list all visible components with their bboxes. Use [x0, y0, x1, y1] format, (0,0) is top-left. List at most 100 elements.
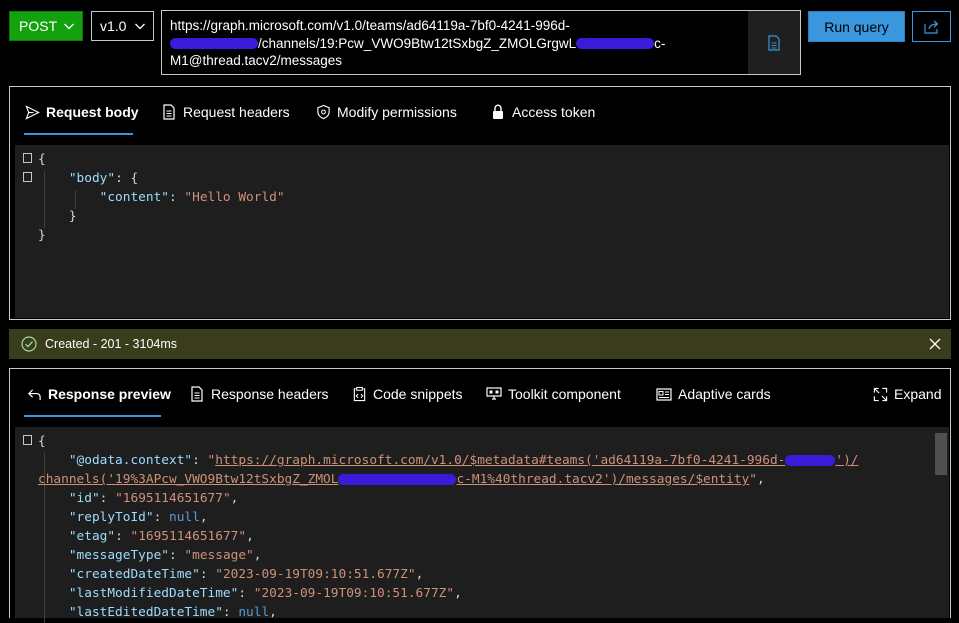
- tab-response-preview[interactable]: Response preview: [26, 369, 171, 419]
- run-query-button[interactable]: Run query: [808, 11, 905, 42]
- json-punct: :: [168, 190, 185, 205]
- json-key: "body": [68, 171, 116, 186]
- http-method-dropdown[interactable]: POST: [9, 11, 83, 41]
- redaction-mark: [576, 38, 655, 50]
- url-segment: /channels/19:Pcw_VWO9Btw12tSxbgZ_ZMOLGrg…: [258, 35, 577, 51]
- json-key: "content": [99, 190, 169, 205]
- code-line: {: [38, 150, 46, 169]
- expand-icon: [873, 387, 887, 401]
- redaction-mark: [170, 38, 258, 50]
- request-body-editor[interactable]: { "body": { "content": "Hello World" } }: [15, 145, 949, 318]
- json-key: "@odata.context": [68, 453, 193, 468]
- code-line: "content": "Hello World": [38, 188, 285, 207]
- json-key: "lastModifiedDateTime": [68, 586, 239, 601]
- document-icon: [191, 386, 203, 402]
- response-tabs: Response preview Response headers Code s…: [10, 369, 950, 427]
- json-key: "createdDateTime": [68, 567, 200, 582]
- tab-toolkit-component[interactable]: Toolkit component: [486, 369, 621, 419]
- component-icon: [486, 387, 502, 400]
- status-text: Created - 201 - 3104ms: [45, 337, 178, 351]
- tab-label: Response headers: [211, 386, 329, 402]
- shield-icon: [316, 104, 330, 120]
- code-line: }: [38, 207, 77, 226]
- tab-label: Request headers: [183, 104, 290, 120]
- code-line: channels('19%3APcw_VWO9Btw12tSxbgZ_ZMOL c…: [38, 472, 765, 487]
- tab-access-token[interactable]: Access token: [490, 87, 595, 137]
- fold-toggle[interactable]: [23, 172, 32, 182]
- tab-label: Modify permissions: [337, 104, 457, 120]
- share-icon: [923, 20, 938, 34]
- lock-icon: [493, 104, 503, 119]
- url-segment: M1@thread.tacv2/messages: [170, 53, 343, 68]
- tab-label: Toolkit component: [508, 386, 621, 402]
- json-key: "id": [68, 491, 100, 506]
- code-line: "replyToId": null,: [68, 510, 208, 525]
- tab-label: Response preview: [48, 386, 171, 402]
- card-icon: [656, 387, 672, 401]
- json-key: "messageType": [68, 548, 169, 563]
- arrow-back-icon: [27, 388, 41, 400]
- json-null: null: [169, 510, 200, 525]
- json-string: "1695114651677": [115, 491, 231, 506]
- clipboard-code-icon: [353, 386, 365, 402]
- json-string: "2023-09-19T09:10:51.677Z": [215, 567, 416, 582]
- success-check-icon: [21, 336, 37, 352]
- json-key: "replyToId": [68, 510, 154, 525]
- tab-request-headers[interactable]: Request headers: [161, 87, 290, 137]
- chevron-down-icon: [135, 23, 145, 30]
- json-brace: {: [38, 152, 46, 167]
- request-tabs: Request body Request headers Modify perm…: [10, 87, 950, 145]
- json-string: "message": [184, 548, 254, 563]
- tab-request-body[interactable]: Request body: [24, 87, 139, 137]
- redaction-mark: [338, 474, 457, 485]
- query-url-text: https://graph.microsoft.com/v1.0/teams/a…: [170, 17, 740, 70]
- tab-response-headers[interactable]: Response headers: [189, 369, 329, 419]
- tab-modify-permissions[interactable]: Modify permissions: [315, 87, 457, 137]
- code-line: "lastModifiedDateTime": "2023-09-19T09:1…: [68, 586, 462, 601]
- json-string: "1695114651677": [130, 529, 247, 544]
- http-method-label: POST: [19, 18, 58, 34]
- odata-context-link[interactable]: ')/: [835, 453, 858, 468]
- url-segment: c-: [654, 35, 666, 51]
- json-punct: : {: [115, 171, 139, 186]
- odata-context-link[interactable]: https://graph.microsoft.com/v1.0/$metada…: [215, 453, 785, 468]
- tab-label: Request body: [46, 104, 139, 120]
- tab-code-snippets[interactable]: Code snippets: [351, 369, 463, 419]
- code-line: {: [38, 432, 46, 451]
- tab-adaptive-cards[interactable]: Adaptive cards: [656, 369, 771, 419]
- active-tab-indicator: [24, 415, 161, 417]
- version-label: v1.0: [100, 18, 127, 34]
- query-doc-button[interactable]: [748, 11, 800, 74]
- response-scrollbar[interactable]: [935, 433, 947, 475]
- send-icon: [24, 104, 40, 120]
- tab-label: Access token: [512, 104, 596, 120]
- fold-toggle[interactable]: [23, 153, 32, 163]
- fold-toggle[interactable]: [23, 435, 32, 445]
- code-line: "createdDateTime": "2023-09-19T09:10:51.…: [68, 567, 424, 582]
- url-segment: https://graph.microsoft.com/v1.0/teams/a…: [170, 18, 570, 33]
- json-key: "etag": [68, 529, 116, 544]
- share-button[interactable]: [912, 11, 951, 42]
- response-body-viewer[interactable]: { "@odata.context": "https://graph.micro…: [15, 427, 949, 623]
- tab-label: Code snippets: [373, 386, 463, 402]
- code-line: "messageType": "message",: [68, 548, 262, 563]
- json-string: "2023-09-19T09:10:51.677Z": [253, 586, 455, 601]
- code-line: "body": {: [38, 169, 138, 188]
- odata-context-link[interactable]: c-M1%40thread.tacv2')/messages/$entity: [456, 472, 749, 487]
- version-dropdown[interactable]: v1.0: [91, 11, 154, 41]
- odata-context-link[interactable]: channels('19%3APcw_VWO9Btw12tSxbgZ_ZMOL: [38, 472, 338, 487]
- json-brace: }: [68, 209, 77, 224]
- close-icon[interactable]: [928, 337, 942, 351]
- json-string: "Hello World": [184, 190, 285, 205]
- code-line: }: [38, 226, 46, 245]
- status-message-bar: Created - 201 - 3104ms: [9, 329, 951, 359]
- request-panel: Request body Request headers Modify perm…: [9, 86, 951, 320]
- code-line: "lastEditedDateTime": null,: [68, 605, 277, 620]
- query-url-input[interactable]: https://graph.microsoft.com/v1.0/teams/a…: [161, 10, 801, 75]
- code-line: "etag": "1695114651677",: [68, 529, 254, 544]
- tab-label: Adaptive cards: [678, 386, 771, 402]
- code-line: "id": "1695114651677",: [68, 491, 239, 506]
- tab-label: Expand: [894, 386, 942, 402]
- json-brace: {: [38, 434, 46, 449]
- expand-button[interactable]: Expand: [872, 369, 941, 419]
